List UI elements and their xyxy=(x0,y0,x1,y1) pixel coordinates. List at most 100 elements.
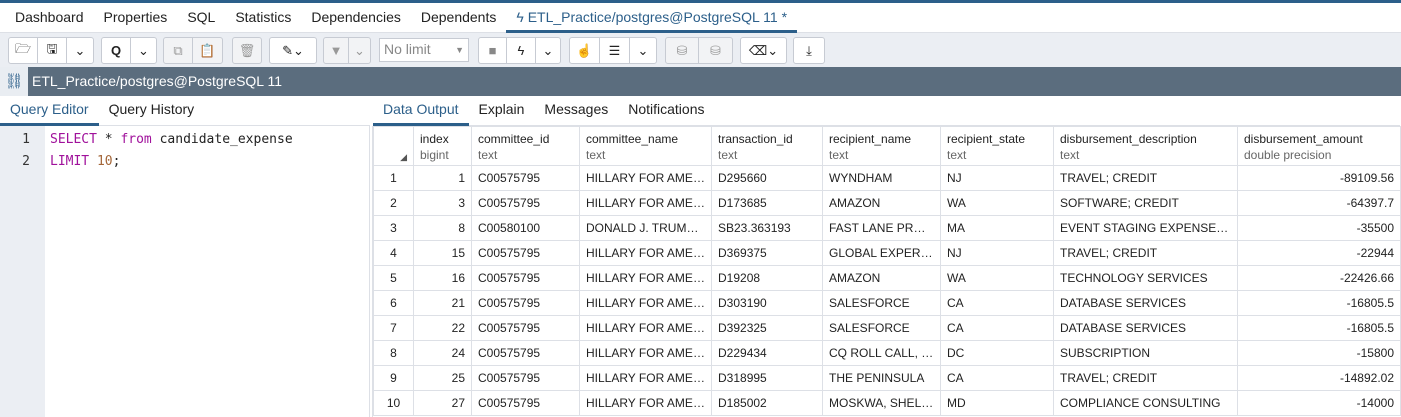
cell-disbursement-description[interactable]: TECHNOLOGY SERVICES xyxy=(1053,265,1238,291)
stop-button[interactable]: ■ xyxy=(479,38,507,63)
save-dropdown[interactable]: ⌄ xyxy=(67,38,93,63)
table-row[interactable]: 2 3 C00575795 HILLARY FOR AMERICA D173685 AMA… xyxy=(373,190,1401,216)
tab-notifications[interactable]: Notifications xyxy=(618,96,714,126)
filter-dropdown[interactable]: ⌄ xyxy=(349,38,370,63)
row-number[interactable]: 2 xyxy=(373,190,414,216)
row-number[interactable]: 8 xyxy=(373,340,414,366)
tab-dependents[interactable]: Dependents xyxy=(411,3,507,33)
cell-recipient-name[interactable]: GLOBAL EXPERIENCE xyxy=(822,240,941,266)
cell-disbursement-amount[interactable]: -22944 xyxy=(1237,240,1401,266)
cell-committee-name[interactable]: HILLARY FOR AMERICA xyxy=(579,340,712,366)
cell-committee-id[interactable]: C00575795 xyxy=(471,165,580,191)
cell-recipient-name[interactable]: MOSKWA, SHELLY xyxy=(822,390,941,416)
cell-disbursement-description[interactable]: DATABASE SERVICES xyxy=(1053,290,1238,316)
cell-disbursement-description[interactable]: DATABASE SERVICES xyxy=(1053,315,1238,341)
cell-disbursement-description[interactable]: COMPLIANCE CONSULTING xyxy=(1053,390,1238,416)
save-button[interactable]: 🖫 xyxy=(38,38,67,63)
cell-index[interactable]: 16 xyxy=(413,265,472,291)
cell-recipient-state[interactable]: MA xyxy=(940,215,1054,241)
cell-recipient-state[interactable]: CA xyxy=(940,315,1054,341)
cell-disbursement-amount[interactable]: -35500 xyxy=(1237,215,1401,241)
cell-recipient-state[interactable]: MD xyxy=(940,390,1054,416)
paste-button[interactable]: 📋 xyxy=(193,38,222,63)
cell-recipient-state[interactable]: WA xyxy=(940,265,1054,291)
cell-index[interactable]: 25 xyxy=(413,365,472,391)
cell-committee-name[interactable]: HILLARY FOR AMERICA xyxy=(579,315,712,341)
cell-transaction-id[interactable]: D318995 xyxy=(711,365,823,391)
cell-disbursement-description[interactable]: SOFTWARE; CREDIT xyxy=(1053,190,1238,216)
column-header-transaction-id[interactable]: transaction_id text xyxy=(711,126,823,166)
tab-query-tool[interactable]: ϟ ETL_Practice/postgres@PostgreSQL 11 * xyxy=(506,3,798,33)
copy-button[interactable]: ⧉ xyxy=(164,38,193,63)
cell-committee-id[interactable]: C00580100 xyxy=(471,215,580,241)
cell-committee-id[interactable]: C00575795 xyxy=(471,390,580,416)
tab-statistics[interactable]: Statistics xyxy=(225,3,301,33)
explain-button[interactable]: ☝ xyxy=(570,38,600,63)
download-button[interactable]: ⤓ xyxy=(794,38,824,63)
cell-recipient-state[interactable]: CA xyxy=(940,365,1054,391)
delete-button[interactable]: 🗑 xyxy=(233,38,261,63)
cell-transaction-id[interactable]: SB23.363193 xyxy=(711,215,823,241)
cell-disbursement-amount[interactable]: -89109.56 xyxy=(1237,165,1401,191)
cell-disbursement-amount[interactable]: -16805.5 xyxy=(1237,290,1401,316)
cell-recipient-name[interactable]: AMAZON xyxy=(822,265,941,291)
row-number[interactable]: 6 xyxy=(373,290,414,316)
cell-disbursement-amount[interactable]: -22426.66 xyxy=(1237,265,1401,291)
column-header-disbursement-description[interactable]: disbursement_description text xyxy=(1053,126,1238,166)
cell-disbursement-description[interactable]: TRAVEL; CREDIT xyxy=(1053,365,1238,391)
cell-committee-id[interactable]: C00575795 xyxy=(471,265,580,291)
rollback-button[interactable]: ⛁ xyxy=(699,38,732,63)
cell-recipient-state[interactable]: CA xyxy=(940,290,1054,316)
cell-transaction-id[interactable]: D295660 xyxy=(711,165,823,191)
cell-index[interactable]: 3 xyxy=(413,190,472,216)
edit-dropdown[interactable]: ✎⌄ xyxy=(270,38,316,63)
cell-transaction-id[interactable]: D303190 xyxy=(711,290,823,316)
tab-dependencies[interactable]: Dependencies xyxy=(301,3,411,33)
row-number[interactable]: 4 xyxy=(373,240,414,266)
cell-index[interactable]: 8 xyxy=(413,215,472,241)
cell-index[interactable]: 27 xyxy=(413,390,472,416)
cell-recipient-name[interactable]: SALESFORCE xyxy=(822,315,941,341)
table-row[interactable]: 6 21 C00575795 HILLARY FOR AMERICA D303190 SA… xyxy=(373,290,1401,316)
commit-button[interactable]: ⛁ xyxy=(666,38,699,63)
clear-dropdown[interactable]: ⌫⌄ xyxy=(741,38,786,63)
select-all-corner[interactable]: ◢ xyxy=(373,126,414,166)
tab-messages[interactable]: Messages xyxy=(534,96,618,126)
cell-committee-id[interactable]: C00575795 xyxy=(471,290,580,316)
cell-committee-id[interactable]: C00575795 xyxy=(471,190,580,216)
row-number[interactable]: 1 xyxy=(373,165,414,191)
cell-recipient-name[interactable]: CQ ROLL CALL, INC. xyxy=(822,340,941,366)
find-button[interactable]: Q xyxy=(102,38,131,63)
cell-disbursement-description[interactable]: EVENT STAGING EXPENSE - PRODUCTION xyxy=(1053,215,1238,241)
explain-analyze-button[interactable]: ☰ xyxy=(600,38,630,63)
open-file-button[interactable]: 🗁 xyxy=(9,38,38,63)
cell-recipient-name[interactable]: WYNDHAM xyxy=(822,165,941,191)
explain-dropdown[interactable]: ⌄ xyxy=(630,38,656,63)
table-row[interactable]: 7 22 C00575795 HILLARY FOR AMERICA D392325 SA… xyxy=(373,315,1401,341)
cell-transaction-id[interactable]: D229434 xyxy=(711,340,823,366)
cell-committee-name[interactable]: HILLARY FOR AMERICA xyxy=(579,190,712,216)
column-header-index[interactable]: index bigint xyxy=(413,126,472,166)
cell-index[interactable]: 24 xyxy=(413,340,472,366)
cell-index[interactable]: 1 xyxy=(413,165,472,191)
tab-data-output[interactable]: Data Output xyxy=(373,96,469,126)
table-row[interactable]: 1 1 C00575795 HILLARY FOR AMERICA D295660 WYN… xyxy=(373,165,1401,191)
cell-committee-name[interactable]: HILLARY FOR AMERICA xyxy=(579,290,712,316)
tab-properties[interactable]: Properties xyxy=(94,3,178,33)
filter-button[interactable]: ▼ xyxy=(324,38,349,63)
row-number[interactable]: 10 xyxy=(373,390,414,416)
cell-transaction-id[interactable]: D185002 xyxy=(711,390,823,416)
cell-disbursement-description[interactable]: TRAVEL; CREDIT xyxy=(1053,240,1238,266)
cell-recipient-state[interactable]: NJ xyxy=(940,165,1054,191)
table-row[interactable]: 10 27 C00575795 HILLARY FOR AMERICA D185002 M… xyxy=(373,390,1401,416)
tab-query-editor[interactable]: Query Editor xyxy=(0,96,99,126)
cell-committee-name[interactable]: DONALD J. TRUMP FOR PRESIDENT xyxy=(579,215,712,241)
column-header-committee-name[interactable]: committee_name text xyxy=(579,126,712,166)
row-number[interactable]: 5 xyxy=(373,265,414,291)
cell-transaction-id[interactable]: D369375 xyxy=(711,240,823,266)
cell-recipient-name[interactable]: AMAZON xyxy=(822,190,941,216)
row-number[interactable]: 3 xyxy=(373,215,414,241)
table-row[interactable]: 4 15 C00575795 HILLARY FOR AMERICA D369375 GL… xyxy=(373,240,1401,266)
table-row[interactable]: 5 16 C00575795 HILLARY FOR AMERICA D19208 AMA… xyxy=(373,265,1401,291)
find-dropdown[interactable]: ⌄ xyxy=(131,38,156,63)
